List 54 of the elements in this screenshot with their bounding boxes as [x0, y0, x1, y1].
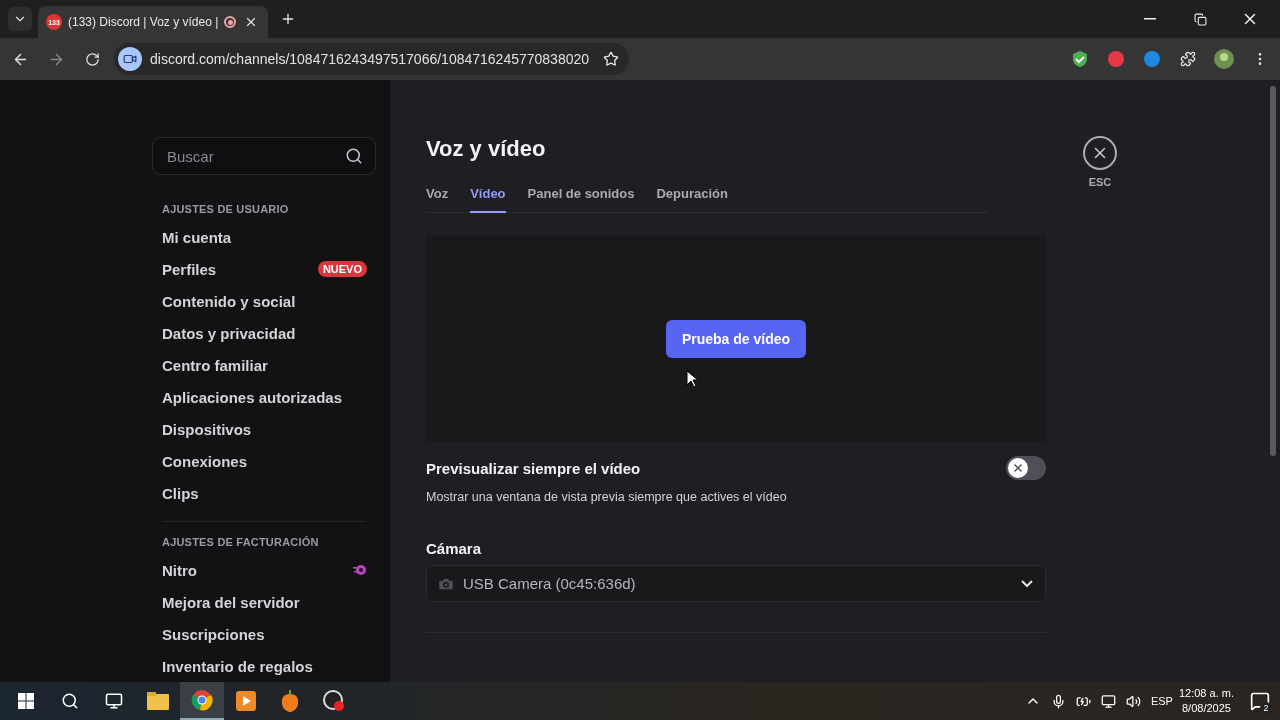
- preview-toggle[interactable]: [1006, 456, 1046, 480]
- section-heading: AJUSTES DE FACTURACIÓN: [161, 536, 320, 548]
- camera-select[interactable]: USB Camera (0c45:636d): [426, 565, 1046, 602]
- settings-tab[interactable]: Panel de sonidos: [527, 186, 635, 213]
- sidebar-item[interactable]: Nitro: [152, 554, 376, 586]
- notifications-button[interactable]: 2: [1240, 682, 1280, 720]
- camera-label: Cámara: [426, 540, 483, 557]
- settings-tab[interactable]: Vídeo: [470, 186, 506, 213]
- chevron-icon: [1021, 579, 1033, 588]
- sidebar-item[interactable]: Inventario de regalos: [152, 650, 376, 682]
- sidebar-item[interactable]: Mi cuenta: [152, 221, 376, 253]
- sidebar-item[interactable]: Clips: [152, 477, 376, 509]
- esc-label: ESC: [1088, 176, 1112, 188]
- page-title: Voz y vídeo: [426, 136, 547, 163]
- recording-icon: [224, 16, 237, 28]
- search-placeholder: Buscar: [167, 147, 214, 165]
- message-icon: [1250, 691, 1270, 711]
- setting-label: Previsualizar siempre el vídeo: [426, 459, 641, 477]
- pointer-icon: [686, 370, 698, 388]
- windows-logo-icon: [18, 693, 34, 709]
- close-button[interactable]: [1083, 136, 1117, 170]
- sidebar-item[interactable]: Contenido y social: [152, 285, 376, 317]
- sidebar-item[interactable]: Aplicaciones autorizadas: [152, 381, 376, 413]
- sidebar-item[interactable]: Conexiones: [152, 445, 376, 477]
- microphone-icon[interactable]: [1050, 693, 1066, 709]
- settings-tab[interactable]: Depuración: [656, 186, 728, 213]
- video-test-button[interactable]: Prueba de vídeo: [665, 319, 807, 358]
- url-text: discord.com/channels/1084716243497517066/1084716245770838020: [150, 51, 590, 67]
- search-field[interactable]: Buscar: [152, 137, 376, 175]
- sidebar-item[interactable]: Centro familiar: [152, 349, 376, 381]
- tab-search-button[interactable]: [8, 7, 32, 31]
- setting-description: Mostrar una ventana de vista previa siempre que actives el vídeo: [426, 490, 788, 504]
- reload-icon: [84, 51, 100, 67]
- section-heading: AJUSTES DE USUARIO: [161, 203, 290, 215]
- new-badge: NUEVO: [317, 261, 367, 277]
- clock[interactable]: 12:08 a. m. 8/08/2025: [1178, 686, 1234, 716]
- video-icon: [118, 47, 142, 71]
- sidebar-item[interactable]: Mejora del servidor: [152, 586, 376, 618]
- nitro-icon: [353, 564, 367, 576]
- tab-title: (133) Discord | Voz y vídeo |: [68, 15, 219, 29]
- x-icon: [1012, 462, 1024, 474]
- sidebar-item[interactable]: Datos y privacidad: [152, 317, 376, 349]
- volume-icon[interactable]: [1125, 693, 1141, 709]
- language-indicator[interactable]: ESP: [1150, 695, 1173, 707]
- sidebar-item[interactable]: Perfiles NUEVO: [152, 253, 376, 285]
- restore-icon: [1193, 12, 1207, 26]
- address-bar[interactable]: discord.com/channels/1084716243497517066/1084716245770838020: [114, 43, 630, 75]
- chrome-icon[interactable]: [180, 682, 224, 720]
- minimize-icon: [1144, 18, 1156, 20]
- sidebar-item[interactable]: Suscripciones: [152, 618, 376, 650]
- scrollbar[interactable]: [1270, 86, 1276, 456]
- sidebar-item[interactable]: Dispositivos: [152, 413, 376, 445]
- settings-tab[interactable]: Voz: [426, 186, 449, 213]
- search-icon: [345, 147, 363, 165]
